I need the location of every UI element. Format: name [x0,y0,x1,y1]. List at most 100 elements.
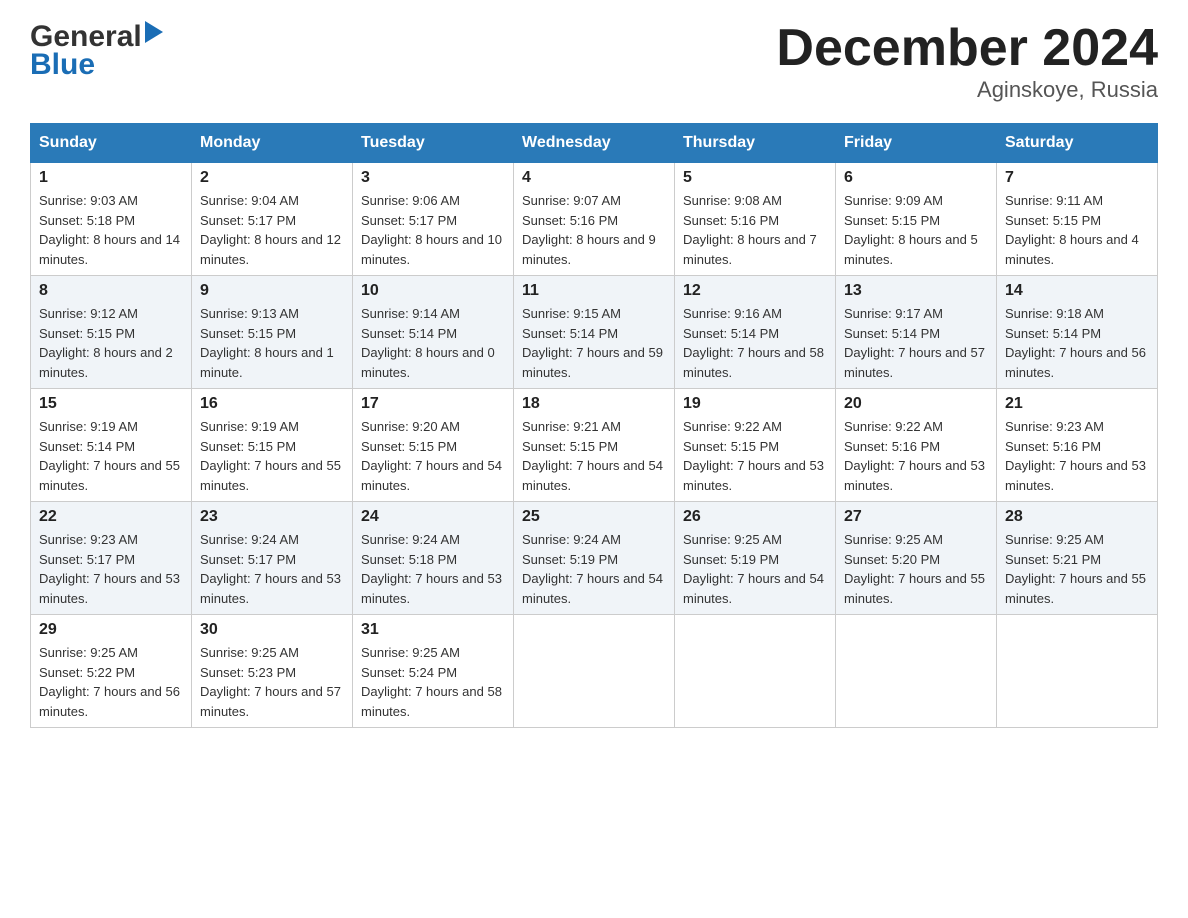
day-info: Sunrise: 9:25 AMSunset: 5:21 PMDaylight:… [1005,530,1149,608]
calendar-header: SundayMondayTuesdayWednesdayThursdayFrid… [31,124,1158,163]
calendar-table: SundayMondayTuesdayWednesdayThursdayFrid… [30,123,1158,728]
week-row: 8Sunrise: 9:12 AMSunset: 5:15 PMDaylight… [31,276,1158,389]
calendar-cell: 9Sunrise: 9:13 AMSunset: 5:15 PMDaylight… [192,276,353,389]
day-info: Sunrise: 9:25 AMSunset: 5:20 PMDaylight:… [844,530,988,608]
header-cell-sunday: Sunday [31,124,192,163]
logo-arrow-icon [145,21,163,43]
calendar-cell [675,615,836,728]
page-subtitle: Aginskoye, Russia [776,77,1158,103]
day-number: 22 [39,508,183,526]
calendar-cell: 6 Sunrise: 9:09 AMSunset: 5:15 PMDaylight… [836,163,997,276]
calendar-cell: 1 Sunrise: 9:03 AMSunset: 5:18 PMDaylight… [31,163,192,276]
day-info: Sunrise: 9:22 AMSunset: 5:16 PMDaylight:… [844,417,988,495]
day-info: Sunrise: 9:18 AMSunset: 5:14 PMDaylight:… [1005,304,1149,382]
calendar-cell: 12Sunrise: 9:16 AMSunset: 5:14 PMDayligh… [675,276,836,389]
day-info: Sunrise: 9:23 AMSunset: 5:17 PMDaylight:… [39,530,183,608]
day-number: 31 [361,621,505,639]
calendar-body: 1 Sunrise: 9:03 AMSunset: 5:18 PMDaylight… [31,163,1158,728]
calendar-cell: 24 Sunrise: 9:24 AMSunset: 5:18 PMDayligh… [353,502,514,615]
day-number: 27 [844,508,988,526]
calendar-cell: 17 Sunrise: 9:20 AMSunset: 5:15 PMDayligh… [353,389,514,502]
day-number: 17 [361,395,505,413]
day-number: 24 [361,508,505,526]
day-number: 1 [39,169,183,187]
day-info: Sunrise: 9:22 AMSunset: 5:15 PMDaylight:… [683,417,827,495]
day-info: Sunrise: 9:07 AMSunset: 5:16 PMDaylight:… [522,191,666,269]
day-number: 16 [200,395,344,413]
calendar-cell: 28 Sunrise: 9:25 AMSunset: 5:21 PMDayligh… [997,502,1158,615]
day-number: 15 [39,395,183,413]
calendar-cell: 22 Sunrise: 9:23 AMSunset: 5:17 PMDayligh… [31,502,192,615]
calendar-cell: 31 Sunrise: 9:25 AMSunset: 5:24 PMDayligh… [353,615,514,728]
week-row: 29Sunrise: 9:25 AMSunset: 5:22 PMDayligh… [31,615,1158,728]
day-number: 28 [1005,508,1149,526]
day-info: Sunrise: 9:24 AMSunset: 5:18 PMDaylight:… [361,530,505,608]
week-row: 22 Sunrise: 9:23 AMSunset: 5:17 PMDayligh… [31,502,1158,615]
calendar-cell: 20Sunrise: 9:22 AMSunset: 5:16 PMDayligh… [836,389,997,502]
calendar-cell: 26 Sunrise: 9:25 AMSunset: 5:19 PMDayligh… [675,502,836,615]
day-info: Sunrise: 9:21 AMSunset: 5:15 PMDaylight:… [522,417,666,495]
day-number: 23 [200,508,344,526]
day-number: 3 [361,169,505,187]
day-number: 19 [683,395,827,413]
day-info: Sunrise: 9:08 AMSunset: 5:16 PMDaylight:… [683,191,827,269]
header-cell-tuesday: Tuesday [353,124,514,163]
day-info: Sunrise: 9:23 AMSunset: 5:16 PMDaylight:… [1005,417,1149,495]
day-number: 9 [200,282,344,300]
calendar-cell: 18 Sunrise: 9:21 AMSunset: 5:15 PMDayligh… [514,389,675,502]
calendar-cell: 16 Sunrise: 9:19 AMSunset: 5:15 PMDayligh… [192,389,353,502]
header-cell-friday: Friday [836,124,997,163]
day-number: 7 [1005,169,1149,187]
calendar-cell: 11Sunrise: 9:15 AMSunset: 5:14 PMDayligh… [514,276,675,389]
page-header: General Blue December 2024 Aginskoye, Ru… [30,20,1158,103]
calendar-cell: 14 Sunrise: 9:18 AMSunset: 5:14 PMDayligh… [997,276,1158,389]
calendar-cell: 5 Sunrise: 9:08 AMSunset: 5:16 PMDaylight… [675,163,836,276]
calendar-cell [514,615,675,728]
header-cell-wednesday: Wednesday [514,124,675,163]
calendar-cell: 7 Sunrise: 9:11 AMSunset: 5:15 PMDaylight… [997,163,1158,276]
calendar-cell: 19 Sunrise: 9:22 AMSunset: 5:15 PMDayligh… [675,389,836,502]
day-number: 29 [39,621,183,639]
calendar-cell: 15 Sunrise: 9:19 AMSunset: 5:14 PMDayligh… [31,389,192,502]
day-info: Sunrise: 9:14 AMSunset: 5:14 PMDaylight:… [361,304,505,382]
header-cell-monday: Monday [192,124,353,163]
logo: General Blue [30,20,163,82]
day-number: 13 [844,282,988,300]
day-info: Sunrise: 9:09 AMSunset: 5:15 PMDaylight:… [844,191,988,269]
day-info: Sunrise: 9:25 AMSunset: 5:24 PMDaylight:… [361,643,505,721]
day-number: 18 [522,395,666,413]
day-info: Sunrise: 9:24 AMSunset: 5:17 PMDaylight:… [200,530,344,608]
calendar-cell: 10Sunrise: 9:14 AMSunset: 5:14 PMDayligh… [353,276,514,389]
logo-blue-text: Blue [30,48,95,82]
day-info: Sunrise: 9:20 AMSunset: 5:15 PMDaylight:… [361,417,505,495]
day-number: 14 [1005,282,1149,300]
day-number: 11 [522,282,666,300]
calendar-cell: 29Sunrise: 9:25 AMSunset: 5:22 PMDayligh… [31,615,192,728]
day-number: 26 [683,508,827,526]
calendar-cell: 21Sunrise: 9:23 AMSunset: 5:16 PMDayligh… [997,389,1158,502]
day-info: Sunrise: 9:17 AMSunset: 5:14 PMDaylight:… [844,304,988,382]
day-number: 2 [200,169,344,187]
header-row: SundayMondayTuesdayWednesdayThursdayFrid… [31,124,1158,163]
calendar-cell: 27 Sunrise: 9:25 AMSunset: 5:20 PMDayligh… [836,502,997,615]
day-number: 6 [844,169,988,187]
day-number: 5 [683,169,827,187]
calendar-cell: 4 Sunrise: 9:07 AMSunset: 5:16 PMDaylight… [514,163,675,276]
day-info: Sunrise: 9:11 AMSunset: 5:15 PMDaylight:… [1005,191,1149,269]
day-info: Sunrise: 9:25 AMSunset: 5:23 PMDaylight:… [200,643,344,721]
day-info: Sunrise: 9:25 AMSunset: 5:19 PMDaylight:… [683,530,827,608]
day-number: 4 [522,169,666,187]
day-info: Sunrise: 9:19 AMSunset: 5:14 PMDaylight:… [39,417,183,495]
day-info: Sunrise: 9:03 AMSunset: 5:18 PMDaylight:… [39,191,183,269]
calendar-cell: 30Sunrise: 9:25 AMSunset: 5:23 PMDayligh… [192,615,353,728]
page-title: December 2024 [776,20,1158,77]
calendar-cell: 8Sunrise: 9:12 AMSunset: 5:15 PMDaylight… [31,276,192,389]
calendar-cell: 3Sunrise: 9:06 AMSunset: 5:17 PMDaylight… [353,163,514,276]
calendar-cell: 23 Sunrise: 9:24 AMSunset: 5:17 PMDayligh… [192,502,353,615]
day-info: Sunrise: 9:19 AMSunset: 5:15 PMDaylight:… [200,417,344,495]
day-number: 12 [683,282,827,300]
calendar-cell: 2Sunrise: 9:04 AMSunset: 5:17 PMDaylight… [192,163,353,276]
day-info: Sunrise: 9:24 AMSunset: 5:19 PMDaylight:… [522,530,666,608]
day-number: 8 [39,282,183,300]
day-number: 25 [522,508,666,526]
